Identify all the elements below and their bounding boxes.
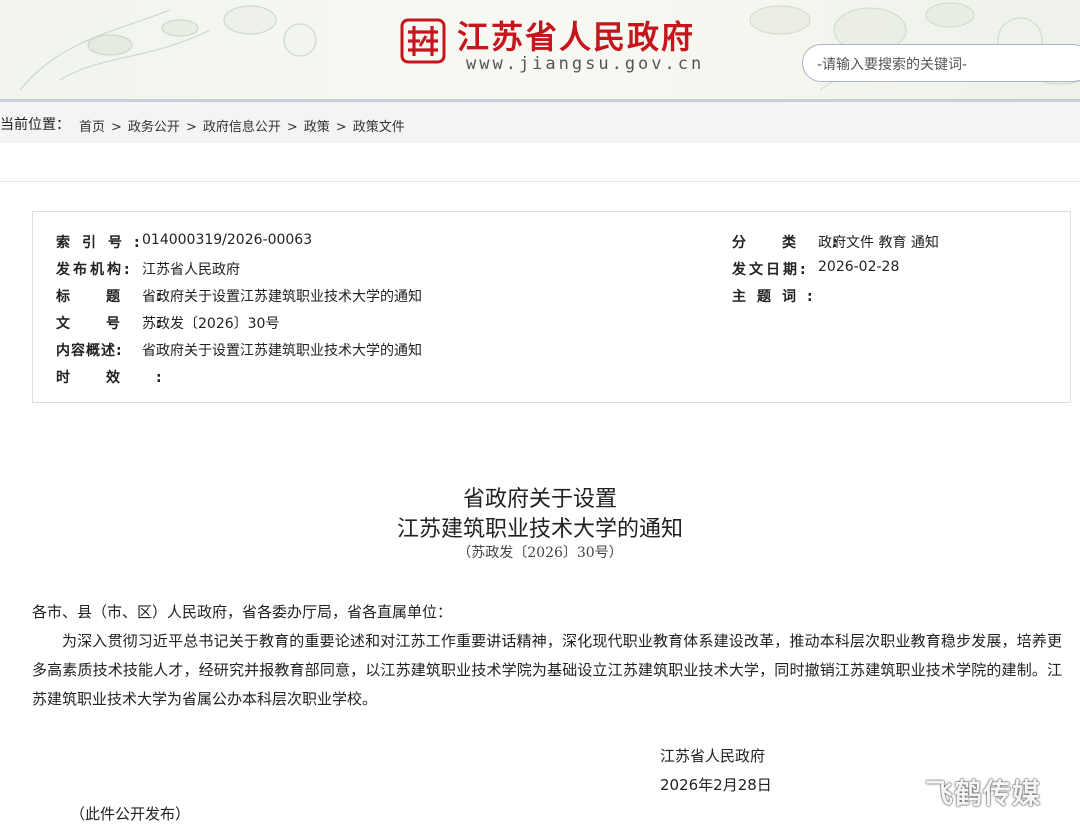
document-signer: 江苏省人民政府: [660, 747, 766, 765]
meta-index-label: 索引号:: [56, 235, 152, 251]
meta-summary-label: 内容概述:: [56, 343, 123, 359]
meta-publisher-label: 发布机构:: [56, 262, 133, 278]
breadcrumb-separator: >: [185, 120, 197, 135]
breadcrumb-label: 当前位置：: [0, 117, 70, 133]
breadcrumb-policy-docs[interactable]: 政策文件: [353, 120, 405, 135]
meta-title-value: 省政府关于设置江苏建筑职业技术大学的通知: [142, 289, 422, 305]
seal-logo-icon: [400, 18, 446, 64]
meta-docno-value: 苏政发〔2026〕30号: [142, 316, 280, 332]
search-input[interactable]: -请输入要搜索的关键词-: [802, 44, 1080, 82]
content-divider: [0, 181, 1080, 182]
meta-date-label: 发文日期:: [732, 262, 809, 278]
breadcrumb-home[interactable]: 首页: [79, 120, 105, 135]
meta-summary-value: 省政府关于设置江苏建筑职业技术大学的通知: [142, 343, 422, 359]
watermark: 飞鹤传媒: [925, 777, 1042, 810]
meta-category-value: 政府文件 教育 通知: [818, 235, 939, 251]
breadcrumb: 当前位置： 首页 > 政务公开 > 政府信息公开 > 政策 > 政策文件: [0, 102, 1080, 143]
meta-publisher-value: 江苏省人民政府: [142, 262, 240, 278]
meta-keywords-label: 主题词:: [732, 289, 824, 305]
document-title-line2: 江苏建筑职业技术大学的通知: [396, 517, 683, 542]
breadcrumb-policy[interactable]: 政策: [304, 120, 330, 135]
meta-validity-label: 时效:: [56, 370, 198, 386]
meta-date-value: 2026-02-28: [818, 259, 900, 275]
breadcrumb-govt-info[interactable]: 政府信息公开: [203, 120, 281, 135]
meta-title-label: 标题:: [56, 289, 198, 305]
meta-docno-label: 文号:: [56, 316, 198, 332]
breadcrumb-govt-affairs[interactable]: 政务公开: [128, 120, 180, 135]
site-url: www.jiangsu.gov.cn: [466, 54, 705, 74]
document-number: （苏政发〔2026〕30号）: [457, 545, 623, 561]
breadcrumb-separator: >: [111, 120, 122, 135]
flower-decoration-left: [19, 5, 317, 91]
document-title-line1: 省政府关于设置: [462, 487, 617, 512]
breadcrumb-separator: >: [286, 120, 298, 135]
meta-index-value: 014000319/2026-00063: [142, 232, 313, 248]
site-logo[interactable]: 江苏省人民政府 www.jiangsu.gov.cn: [400, 12, 701, 78]
meta-category-label: 分类:: [732, 235, 874, 251]
document-body: 为深入贯彻习近平总书记关于教育的重要论述和对江苏工作重要讲话精神，深化现代职业教…: [32, 632, 1062, 708]
document-salutation: 各市、县（市、区）人民政府，省各委办厅局，省各直属单位：: [32, 603, 453, 621]
site-name: 江苏省人民政府: [457, 18, 696, 56]
site-header: 江苏省人民政府 www.jiangsu.gov.cn -请输入要搜索的关键词-: [0, 0, 1080, 101]
document-sign-date: 2026年2月28日: [660, 776, 772, 794]
breadcrumb-separator: >: [335, 120, 347, 135]
document-meta-box: 索引号: 014000319/2026-00063 发布机构: 江苏省人民政府 …: [32, 211, 1071, 403]
breadcrumb-links: 首页 > 政务公开 > 政府信息公开 > 政策 > 政策文件: [79, 116, 405, 135]
publish-note: （此件公开发布）: [70, 805, 191, 823]
